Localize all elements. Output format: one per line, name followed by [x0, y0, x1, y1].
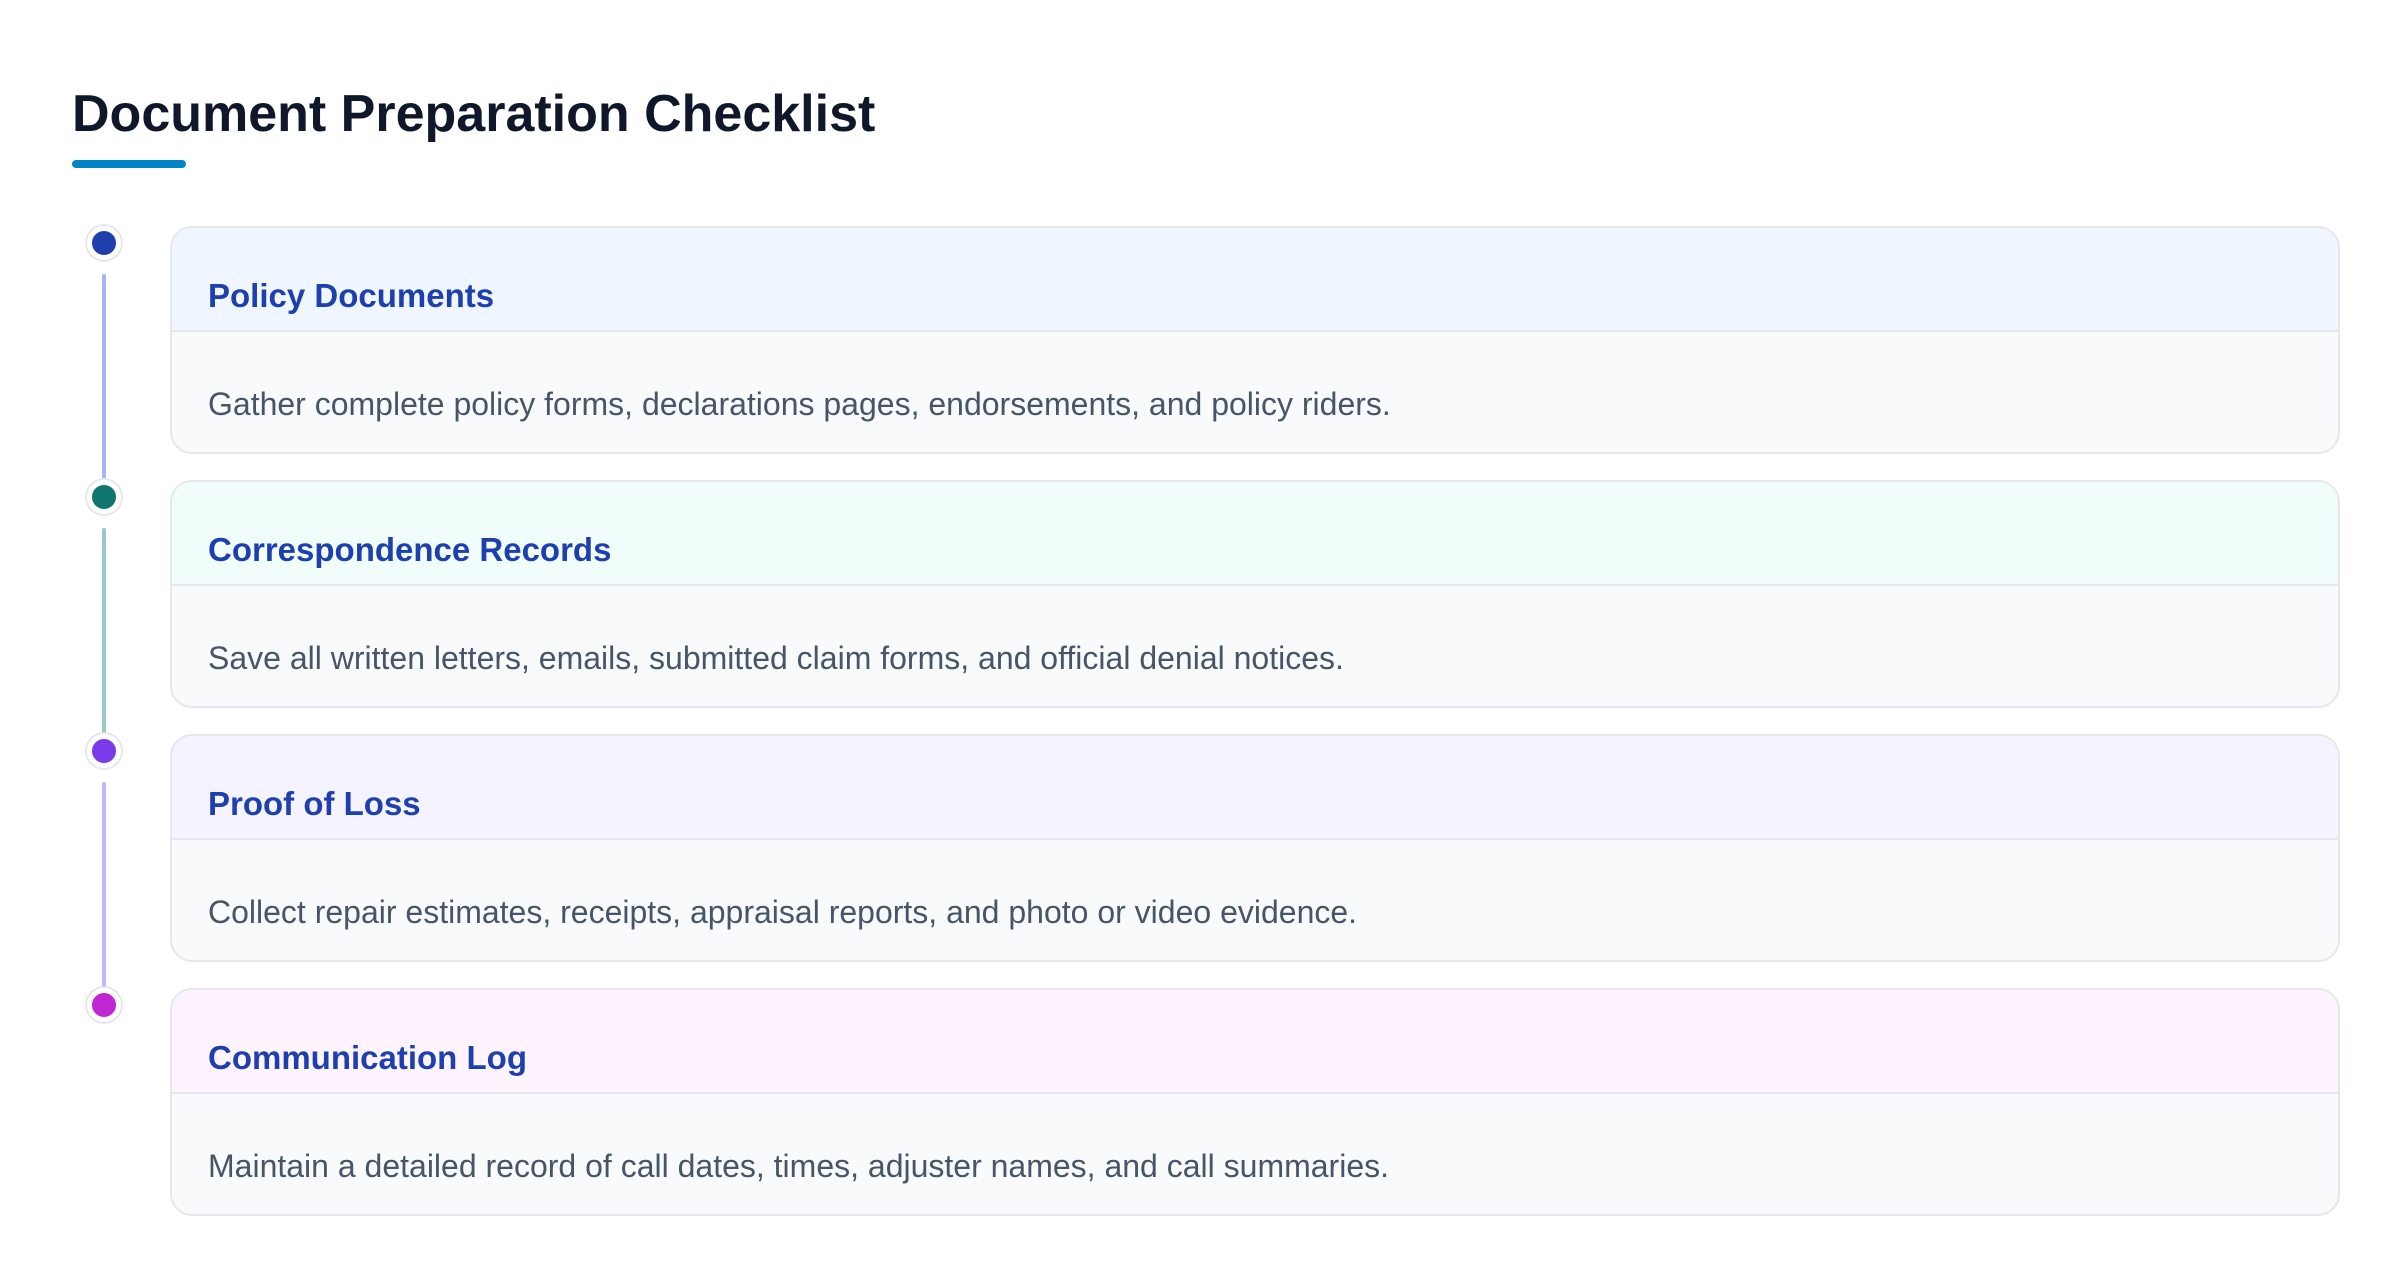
timeline-connector	[102, 782, 106, 992]
card-header: Policy Documents	[172, 228, 2338, 332]
card-title: Communication Log	[208, 1039, 527, 1076]
card-description: Collect repair estimates, receipts, appr…	[208, 894, 1358, 930]
timeline-dot	[87, 226, 121, 260]
timeline-dot	[87, 734, 121, 768]
card-header: Communication Log	[172, 990, 2338, 1094]
checklist-card-correspondence-records: Correspondence Records Save all written …	[170, 480, 2340, 708]
card-header: Proof of Loss	[172, 736, 2338, 840]
card-title: Correspondence Records	[208, 531, 612, 568]
timeline-dot	[87, 480, 121, 514]
checklist-card-proof-of-loss: Proof of Loss Collect repair estimates, …	[170, 734, 2340, 962]
card-title: Proof of Loss	[208, 785, 421, 822]
timeline-dot	[87, 988, 121, 1022]
card-body: Maintain a detailed record of call dates…	[172, 1094, 2338, 1214]
card-description: Save all written letters, emails, submit…	[208, 640, 1344, 676]
card-title: Policy Documents	[208, 277, 495, 314]
page-title: Document Preparation Checklist	[72, 85, 876, 143]
checklist-card-communication-log: Communication Log Maintain a detailed re…	[170, 988, 2340, 1216]
card-header: Correspondence Records	[172, 482, 2338, 586]
card-description: Maintain a detailed record of call dates…	[208, 1148, 1389, 1184]
checklist-card-policy-documents: Policy Documents Gather complete policy …	[170, 226, 2340, 454]
timeline-connector	[102, 528, 106, 738]
card-body: Gather complete policy forms, declaratio…	[172, 332, 2338, 452]
card-body: Collect repair estimates, receipts, appr…	[172, 840, 2338, 960]
title-underline	[72, 160, 186, 168]
card-body: Save all written letters, emails, submit…	[172, 586, 2338, 706]
card-description: Gather complete policy forms, declaratio…	[208, 386, 1391, 422]
checklist-page: Document Preparation Checklist Policy Do…	[0, 0, 2400, 1284]
timeline-connector	[102, 274, 106, 484]
